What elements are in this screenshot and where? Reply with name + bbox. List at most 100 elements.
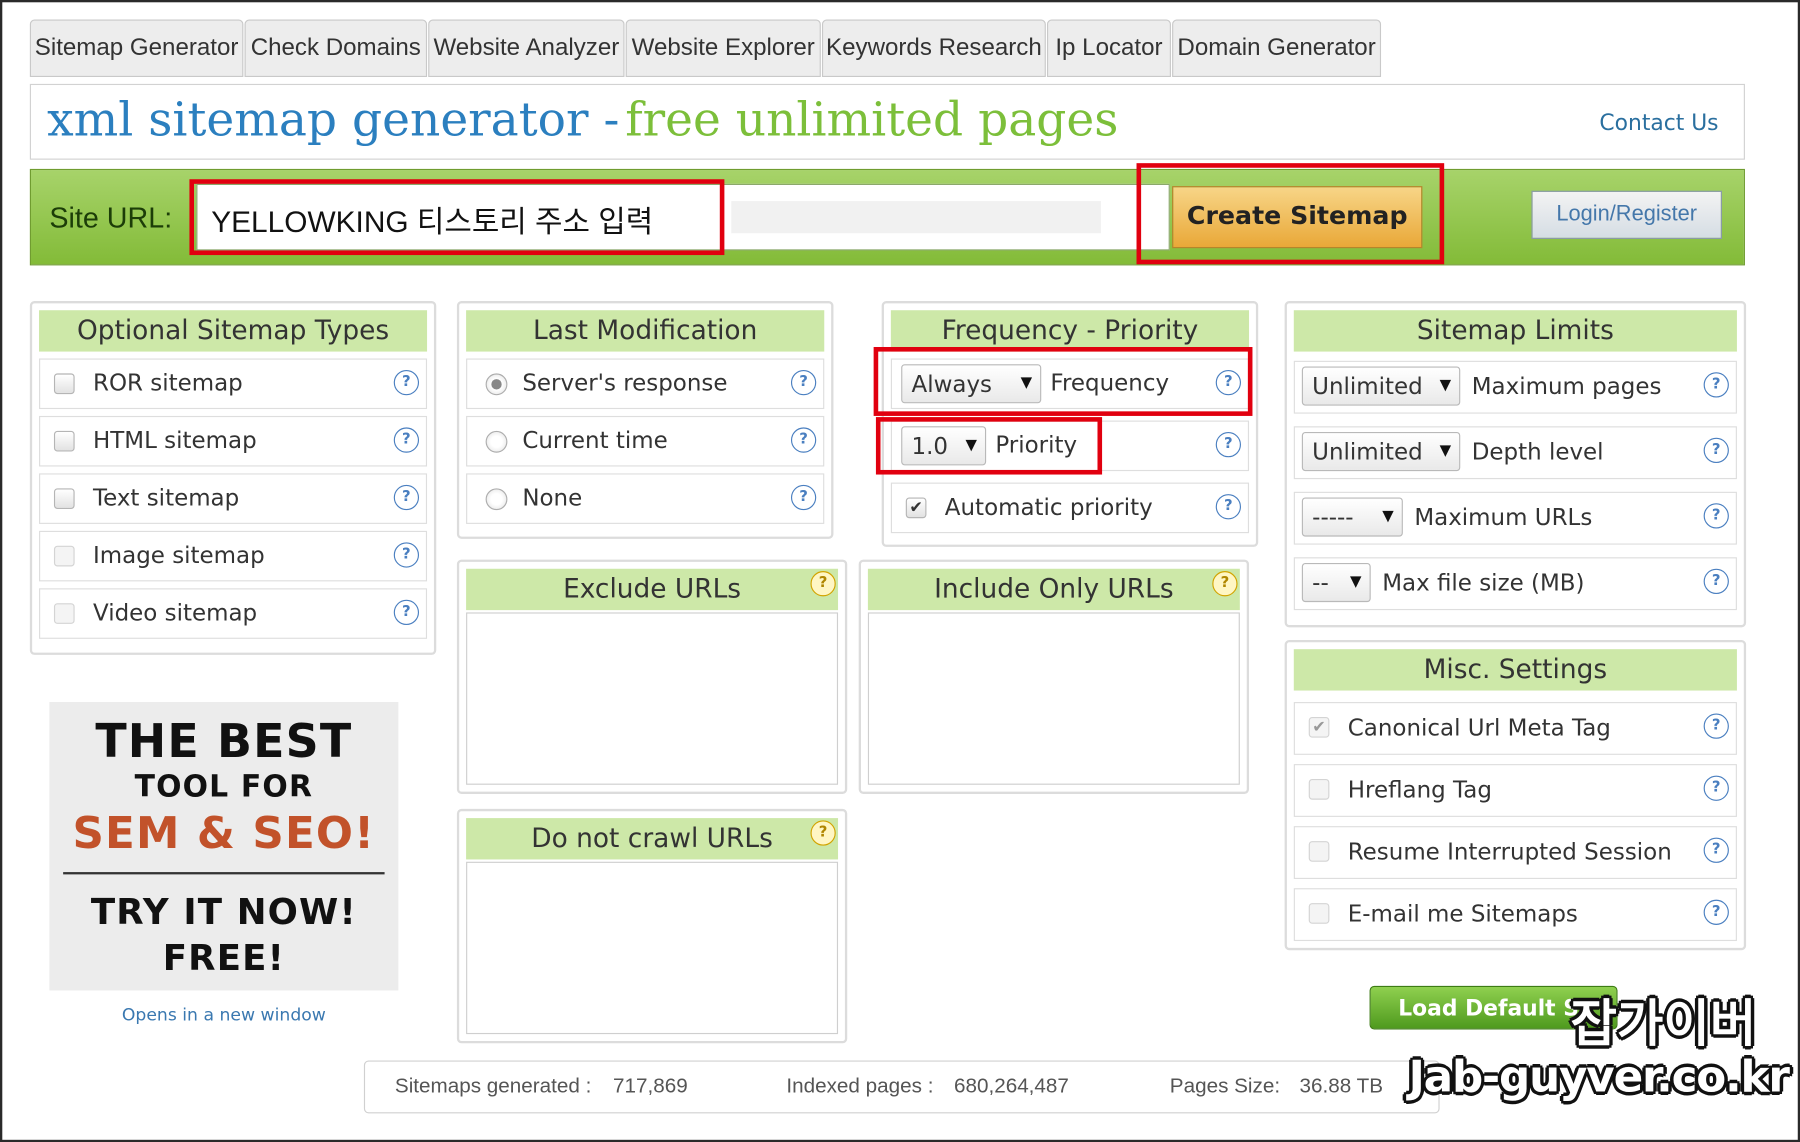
help-icon[interactable]: ? [393,484,420,511]
max-pages-row: Unlimited ▼ Maximum pages ? [1293,360,1737,414]
help-icon[interactable]: ? [790,484,817,511]
help-icon[interactable]: ? [1703,775,1729,801]
depth-value: Unlimited [1312,437,1423,466]
option-row: Hreflang Tag ? [1293,764,1737,817]
max-urls-value: ----- [1312,503,1354,531]
page-title: xml sitemap generator - free unlimited p… [47,92,1118,147]
option-row: ROR sitemap ? [39,358,428,410]
ad-banner[interactable]: THE BEST TOOL FOR SEM & SEO! TRY IT NOW!… [49,702,399,991]
help-icon[interactable]: ? [1703,437,1729,464]
option-label: Hreflang Tag [1347,775,1492,804]
help-icon[interactable]: ? [1215,494,1241,520]
option-label: Resume Interrupted Session [1347,837,1672,866]
tab-check-domains[interactable]: Check Domains [244,19,428,77]
exclude-urls-textarea[interactable] [466,612,839,785]
panel-title: Do not crawl URLs [466,818,839,860]
resume-session-checkbox[interactable] [1308,841,1330,862]
option-row: Resume Interrupted Session ? [1293,826,1737,879]
misc-settings-panel: Misc. Settings ✔ Canonical Url Meta Tag … [1284,639,1747,951]
title-part-green: free unlimited pages [625,91,1119,148]
help-icon[interactable]: ? [1212,571,1238,597]
depth-label: Depth level [1471,437,1604,466]
contact-us-link[interactable]: Contact Us [1599,110,1718,135]
help-icon[interactable]: ? [1703,372,1729,398]
include-only-urls-textarea[interactable] [867,612,1240,785]
panel-title: Exclude URLs [466,568,839,611]
help-icon[interactable]: ? [1703,899,1729,925]
max-file-size-row: -- ▼ Max file size (MB) ? [1293,557,1737,611]
auto-priority-label: Automatic priority [944,492,1153,521]
html-sitemap-checkbox[interactable] [53,430,75,452]
option-label: Image sitemap [92,541,265,569]
sitemaps-generated-value: 717,869 [613,1074,688,1098]
ad-line: TRY IT NOW! [90,891,357,933]
tab-website-analyzer[interactable]: Website Analyzer [428,19,625,77]
title-part-blue: xml sitemap generator - [47,91,620,148]
email-sitemaps-checkbox[interactable] [1308,903,1330,924]
tab-website-explorer[interactable]: Website Explorer [625,19,821,77]
depth-select[interactable]: Unlimited ▼ [1301,432,1461,472]
do-not-crawl-panel: Do not crawl URLs ? [456,808,848,1044]
servers-response-radio[interactable] [485,373,508,396]
option-row: Server's response ? [466,358,825,410]
highlight-priority [875,417,1103,475]
last-modification-panel: Last Modification Server's response ? Cu… [456,301,834,539]
highlight-frequency [873,346,1253,416]
input-placeholder-area [731,201,1101,234]
panel-title: Include Only URLs [867,568,1240,611]
auto-priority-row: ✔ Automatic priority ? [890,482,1250,534]
max-pages-select[interactable]: Unlimited ▼ [1301,366,1461,406]
help-icon[interactable]: ? [1703,837,1729,863]
tab-keywords-research[interactable]: Keywords Research [821,19,1046,77]
option-label: Text sitemap [92,483,240,512]
none-radio[interactable] [485,488,508,511]
max-urls-select[interactable]: ----- ▼ [1301,497,1403,537]
help-icon[interactable]: ? [790,369,817,396]
dropdown-arrow-icon: ▼ [1382,507,1394,526]
option-row: None ? [466,473,825,524]
tab-domain-generator[interactable]: Domain Generator [1172,19,1382,77]
current-time-radio[interactable] [485,430,508,453]
option-label: Canonical Url Meta Tag [1347,713,1611,742]
max-file-size-value: -- [1312,568,1329,597]
stats-bar: Sitemaps generated : 717,869 Indexed pag… [363,1060,1440,1114]
canonical-checkbox[interactable]: ✔ [1308,716,1330,738]
video-sitemap-checkbox[interactable] [53,603,75,624]
login-register-button[interactable]: Login/Register [1531,190,1722,239]
hreflang-checkbox[interactable] [1308,779,1330,800]
help-icon[interactable]: ? [1703,713,1729,739]
text-sitemap-checkbox[interactable] [53,488,75,510]
help-icon[interactable]: ? [810,571,836,597]
ad-caption-link[interactable]: Opens in a new window [49,1004,398,1025]
depth-row: Unlimited ▼ Depth level ? [1293,426,1737,480]
option-label: E-mail me Sitemaps [1347,899,1578,928]
site-header: xml sitemap generator - free unlimited p… [29,83,1745,160]
max-pages-value: Unlimited [1312,372,1423,400]
help-icon[interactable]: ? [810,820,836,846]
help-icon[interactable]: ? [393,369,420,396]
include-only-urls-panel: Include Only URLs ? [858,559,1250,794]
automatic-priority-checkbox[interactable]: ✔ [905,497,927,519]
option-row: Video sitemap ? [39,588,428,639]
max-urls-row: ----- ▼ Maximum URLs ? [1293,491,1737,545]
help-icon[interactable]: ? [1703,503,1729,529]
tab-ip-locator[interactable]: Ip Locator [1046,19,1171,77]
help-icon[interactable]: ? [393,427,420,453]
highlight-url-input [189,179,725,256]
help-icon[interactable]: ? [790,427,817,453]
tab-sitemap-generator[interactable]: Sitemap Generator [29,19,244,77]
ror-sitemap-checkbox[interactable] [53,373,75,395]
max-file-size-select[interactable]: -- ▼ [1301,563,1371,603]
image-sitemap-checkbox[interactable] [53,545,75,567]
dropdown-arrow-icon: ▼ [1439,442,1452,460]
help-icon[interactable]: ? [393,542,420,568]
help-icon[interactable]: ? [393,599,420,626]
option-label: HTML sitemap [92,426,257,454]
dropdown-arrow-icon: ▼ [1350,573,1362,591]
help-icon[interactable]: ? [1703,568,1729,595]
option-label: ROR sitemap [92,368,243,397]
ad-headline: SEM & SEO! [72,807,376,859]
do-not-crawl-textarea[interactable] [466,861,839,1035]
help-icon[interactable]: ? [1215,432,1241,458]
option-row: Current time ? [466,415,825,467]
